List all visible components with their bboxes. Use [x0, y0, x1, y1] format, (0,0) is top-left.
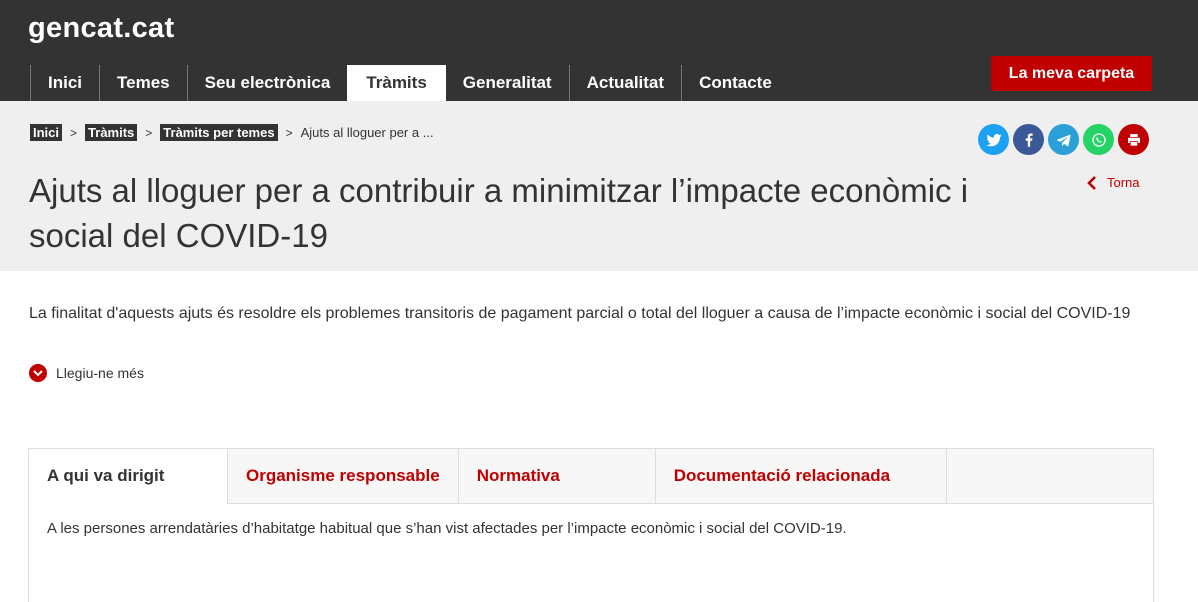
tab-a-qui-va-dirigit[interactable]: A qui va dirigit — [29, 449, 227, 504]
nav-item-inici[interactable]: Inici — [30, 65, 99, 101]
page-title: Ajuts al lloguer per a contribuir a mini… — [29, 172, 969, 254]
nav-item-actualitat[interactable]: Actualitat — [568, 65, 681, 101]
breadcrumb-separator: > — [145, 125, 153, 140]
facebook-icon[interactable] — [1013, 124, 1044, 155]
read-more-label: Llegiu-ne més — [56, 365, 144, 381]
nav-item-generalitat[interactable]: Generalitat — [446, 65, 569, 101]
top-header: gencat.cat Inici Temes Seu electrònica T… — [0, 0, 1198, 101]
telegram-icon[interactable] — [1048, 124, 1079, 155]
breadcrumb-separator: > — [70, 125, 78, 140]
nav-item-tramits[interactable]: Tràmits — [347, 65, 446, 101]
tab-content: A les persones arrendatàries d’habitatge… — [47, 520, 847, 537]
tab-bar-filler — [945, 449, 1153, 504]
tab-normativa[interactable]: Normativa — [457, 449, 655, 504]
tab-documentacio-relacionada[interactable]: Documentació relacionada — [654, 449, 946, 504]
site-logo[interactable]: gencat.cat — [28, 12, 174, 45]
back-link[interactable]: Torna — [1087, 175, 1140, 190]
chevron-left-icon — [1087, 175, 1096, 190]
nav-item-seu-electronica[interactable]: Seu electrònica — [186, 65, 348, 101]
breadcrumb-current: Ajuts al lloguer per a ... — [300, 125, 434, 140]
print-icon[interactable] — [1118, 124, 1149, 155]
intro-text: La finalitat d'aquests ajuts és resoldre… — [29, 305, 1131, 322]
info-tabs: A qui va dirigit Organisme responsable N… — [28, 448, 1154, 602]
nav-item-temes[interactable]: Temes — [99, 65, 187, 101]
chevron-down-icon — [29, 364, 47, 382]
back-link-label: Torna — [1107, 175, 1140, 190]
read-more-toggle[interactable]: Llegiu-ne més — [29, 364, 144, 382]
breadcrumb-tramits[interactable]: Tràmits — [85, 124, 138, 141]
tab-list: A qui va dirigit Organisme responsable N… — [29, 449, 1153, 504]
la-meva-carpeta-button[interactable]: La meva carpeta — [991, 56, 1152, 91]
breadcrumb-separator: > — [285, 125, 293, 140]
twitter-icon[interactable] — [978, 124, 1009, 155]
breadcrumb: Inici > Tràmits > Tràmits per temes > Aj… — [30, 124, 434, 141]
whatsapp-icon[interactable] — [1083, 124, 1114, 155]
main-nav: Inici Temes Seu electrònica Tràmits Gene… — [30, 65, 789, 101]
breadcrumb-inici[interactable]: Inici — [30, 124, 63, 141]
tab-organisme-responsable[interactable]: Organisme responsable — [227, 449, 458, 504]
social-share-bar — [978, 124, 1149, 155]
breadcrumb-tramits-per-temes[interactable]: Tràmits per temes — [160, 124, 278, 141]
nav-item-contacte[interactable]: Contacte — [681, 65, 789, 101]
